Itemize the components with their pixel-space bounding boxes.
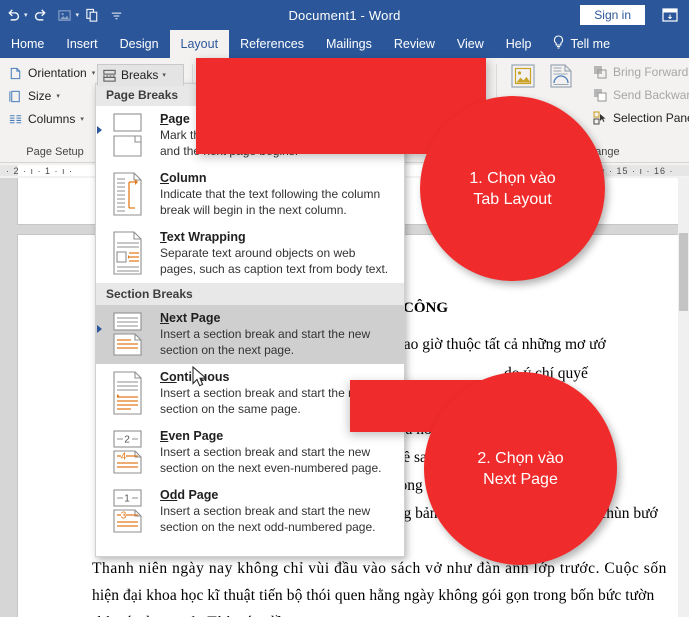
callout-1-line-1: 1. Chọn vào (469, 169, 556, 187)
lightbulb-icon (552, 35, 565, 53)
redo-icon[interactable] (30, 4, 52, 26)
orientation-button[interactable]: Orientation ▾ (3, 62, 99, 84)
quick-access-toolbar[interactable]: ▾ ▾ (0, 0, 127, 30)
section-breaks-section-header: Section Breaks (96, 283, 404, 305)
document-heading: CÔNG (403, 300, 448, 316)
selection-pane-button[interactable]: Selection Pane (588, 107, 689, 129)
submenu-marker-icon (97, 325, 102, 333)
tab-view[interactable]: View (446, 30, 495, 58)
callout-1-bubble: 1. Chọn vào Tab Layout (420, 96, 605, 281)
send-backward-label: Send Backward (613, 88, 689, 102)
ruler-left-ticks: · 2 · ı · 1 · ı · (6, 165, 74, 176)
tab-mailings[interactable]: Mailings (315, 30, 383, 58)
picture-dropdown-icon[interactable]: ▾ (76, 11, 80, 19)
document-paragraph-line: hiện đại khoa học kĩ thuật tiến bộ thói … (92, 587, 655, 604)
chevron-down-icon[interactable]: ▾ (80, 115, 84, 123)
undo-dropdown-icon[interactable]: ▾ (24, 11, 28, 19)
sign-in-button[interactable]: Sign in (580, 5, 645, 25)
chevron-down-icon[interactable]: ▾ (56, 92, 60, 100)
tab-insert[interactable]: Insert (55, 30, 108, 58)
selection-pane-icon (592, 110, 608, 126)
menu-item-title: Next Page (160, 311, 221, 325)
breaks-button[interactable]: Breaks ▾ (97, 64, 184, 86)
menu-item-title: Text Wrapping (160, 230, 246, 244)
column-break-icon (104, 170, 150, 218)
continuous-break-icon (104, 369, 150, 417)
scrollbar-thumb[interactable] (679, 233, 688, 311)
menu-item-description: break will begin in the next column. (160, 203, 347, 217)
menu-item-description: pages, such as caption text from body te… (160, 262, 389, 276)
orientation-label: Orientation (28, 66, 87, 80)
tab-layout[interactable]: Layout (169, 30, 230, 58)
menu-item-next-page[interactable]: Next Page Insert a section break and sta… (96, 305, 404, 364)
size-button[interactable]: Size ▾ (3, 85, 64, 107)
chevron-down-icon[interactable]: ▾ (162, 71, 166, 79)
menu-item-description: Insert a section break and start the new (160, 504, 371, 518)
menu-item-column[interactable]: Column Indicate that the text following … (96, 165, 404, 224)
tab-home[interactable]: Home (0, 30, 55, 58)
columns-icon (7, 111, 23, 127)
menu-item-text-wrapping[interactable]: Text Wrapping Separate text around objec… (96, 224, 404, 283)
breaks-icon (101, 67, 117, 83)
document-text-line: bao giờ thuộc tất cả những mơ ướ (396, 336, 606, 353)
page-setup-group-label: Page Setup (26, 146, 84, 158)
breaks-dropdown-menu[interactable]: Page Breaks Page Mark the point at which… (95, 83, 405, 557)
bring-forward-label: Bring Forward (613, 65, 689, 79)
text-wrapping-break-icon (104, 229, 150, 277)
send-backward-icon (592, 87, 608, 103)
menu-item-title: Odd Page (160, 488, 219, 502)
columns-label: Columns (28, 112, 76, 126)
menu-item-description: section on the next page. (160, 343, 295, 357)
callout-2-line-1: 2. Chọn vào (477, 449, 564, 467)
customize-quick-access-toolbar-icon[interactable] (105, 4, 127, 26)
menu-item-odd-page[interactable]: 1 3 Odd Page Insert a section break and … (96, 482, 404, 541)
tab-references[interactable]: References (229, 30, 315, 58)
callout-2-bubble: 2. Chọn vào Next Page (424, 372, 617, 565)
svg-text:2: 2 (124, 435, 130, 446)
undo-icon[interactable] (2, 4, 24, 26)
callout-1-line-2: Tab Layout (473, 190, 552, 208)
size-label: Size (28, 89, 52, 103)
submenu-marker-icon (97, 126, 102, 134)
menu-item-description: Separate text around objects on web (160, 246, 356, 260)
svg-text:3: 3 (121, 511, 127, 522)
mouse-cursor-icon (192, 365, 209, 395)
even-page-break-icon: 2 4 (104, 428, 150, 476)
next-page-break-icon (104, 310, 150, 358)
menu-item-description: section on the next odd-numbered page. (160, 520, 376, 534)
menu-item-description: Indicate that the text following the col… (160, 187, 381, 201)
title-bar: ▾ ▾ Document1 - Word Sign in (0, 0, 689, 30)
copy-format-icon[interactable] (81, 4, 103, 26)
tab-design[interactable]: Design (109, 30, 170, 58)
svg-text:1: 1 (124, 494, 130, 505)
ribbon-group-page-setup: Orientation ▾ Size ▾ Columns ▾ Page Setu… (0, 58, 110, 162)
ribbon-tab-strip[interactable]: Home Insert Design Layout References Mai… (0, 30, 689, 58)
odd-page-break-icon: 1 3 (104, 487, 150, 535)
document-paragraph-line: Thanh niên ngày nay không chỉ vùi đầu và… (92, 560, 667, 577)
page-break-icon (104, 111, 150, 159)
selection-pane-label: Selection Pane (613, 111, 689, 125)
menu-item-description: Insert a section break and start the new (160, 327, 371, 341)
bring-forward-button[interactable]: Bring Forward (588, 61, 689, 83)
ribbon-display-options-icon[interactable] (659, 6, 681, 24)
tab-help[interactable]: Help (495, 30, 543, 58)
breaks-label: Breaks (121, 68, 159, 82)
tab-review[interactable]: Review (383, 30, 446, 58)
tell-me-label: Tell me (570, 37, 611, 51)
wrap-text-button[interactable] (546, 64, 576, 103)
bring-forward-icon (592, 64, 608, 80)
orientation-icon (7, 65, 23, 81)
size-icon (7, 88, 23, 104)
chevron-down-icon[interactable]: ▾ (92, 69, 96, 77)
send-backward-button[interactable]: Send Backward (588, 84, 689, 106)
callout-2-line-2: Next Page (483, 470, 558, 488)
menu-item-title: Column (160, 171, 207, 185)
tell-me-box[interactable]: Tell me (542, 30, 620, 58)
menu-item-description: Insert a section break and start the new (160, 445, 371, 459)
menu-item-description: section on the next even-numbered page. (160, 461, 382, 475)
vertical-scrollbar[interactable] (678, 178, 689, 617)
columns-button[interactable]: Columns ▾ (3, 108, 88, 130)
picture-icon[interactable] (54, 4, 76, 26)
svg-text:4: 4 (121, 452, 127, 463)
